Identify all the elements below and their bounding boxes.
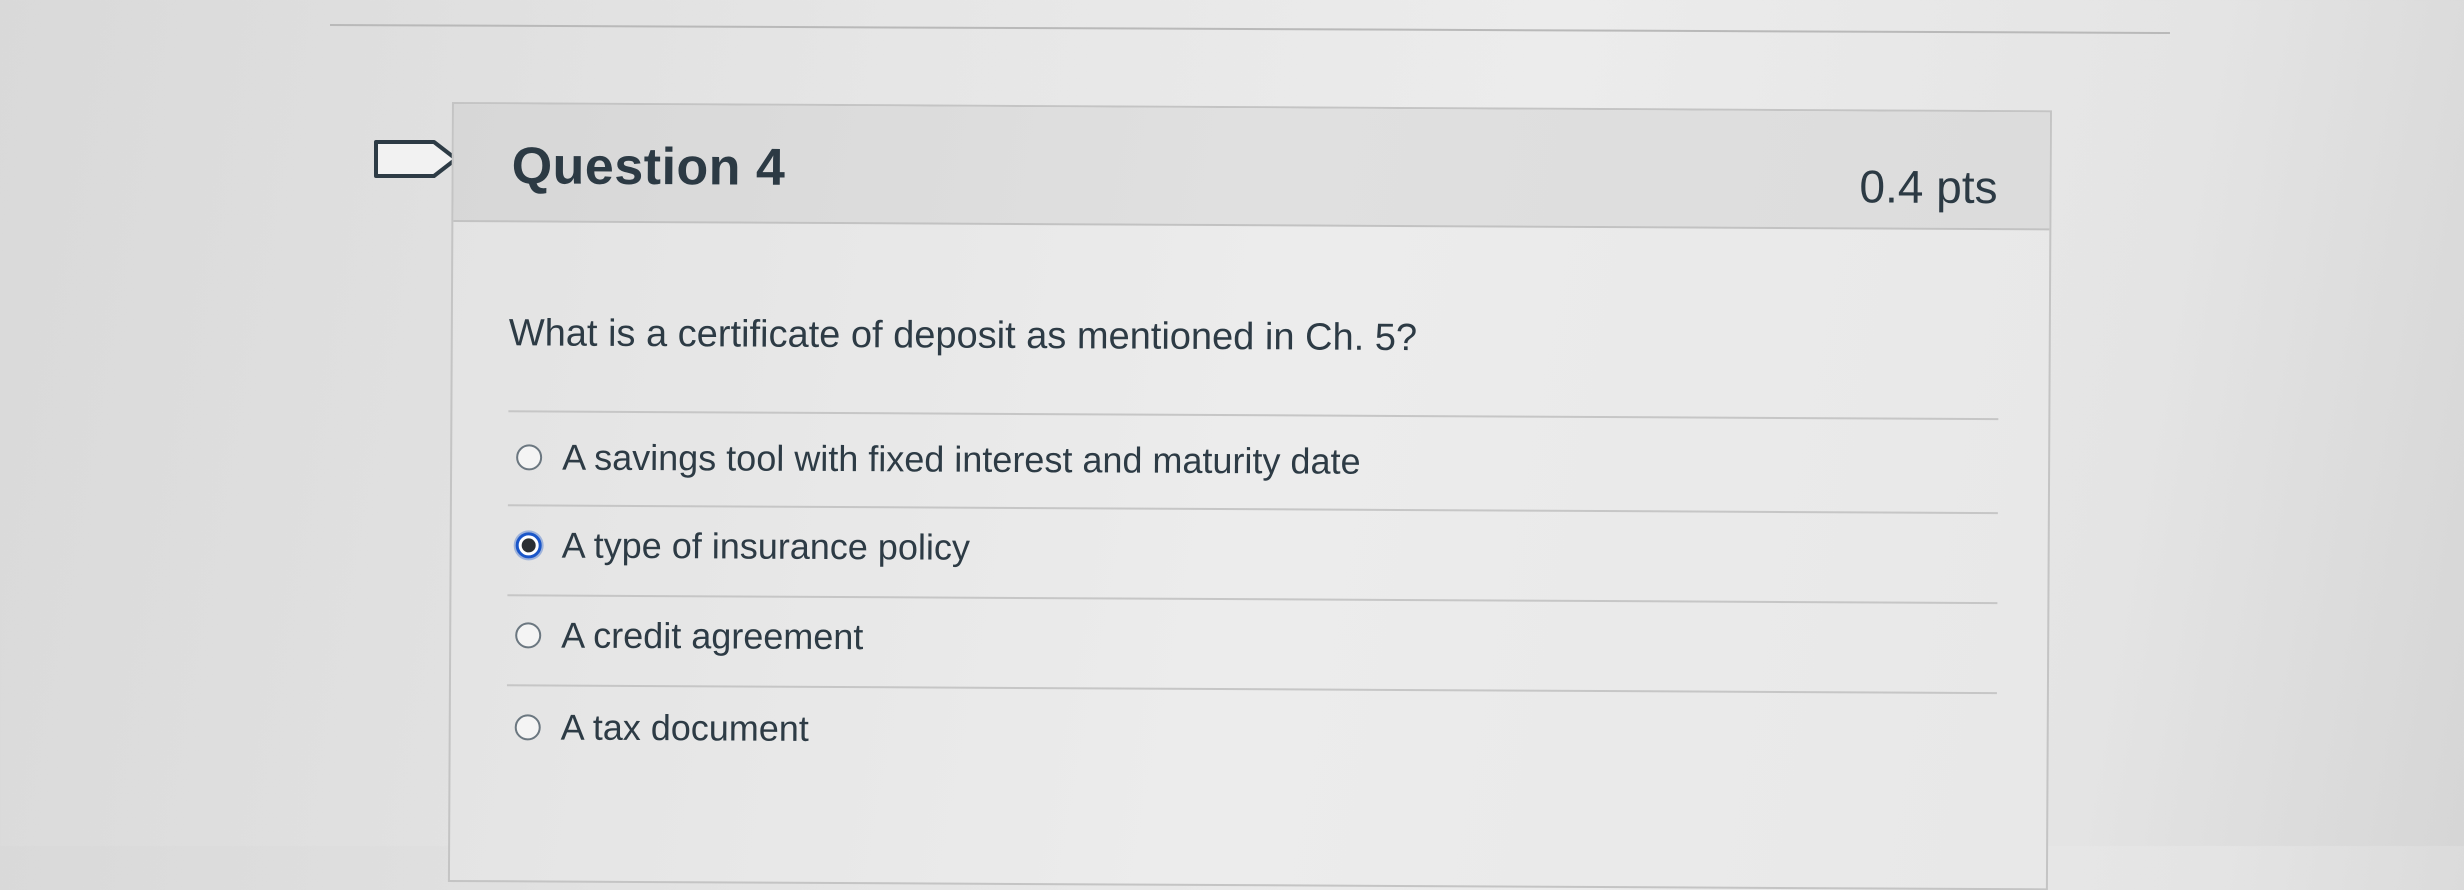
answer-divider [507,504,1998,515]
flag-question-icon[interactable] [372,138,462,180]
answer-divider [506,684,1997,695]
answer-label[interactable]: A type of insurance policy [562,525,970,569]
answer-option-3[interactable]: A credit agreement [515,614,863,658]
answer-label[interactable]: A tax document [561,707,809,750]
answers-top-divider [508,410,1999,421]
answer-label[interactable]: A credit agreement [561,615,863,659]
question-points: 0.4 pts [1859,160,1998,214]
answer-divider [507,594,1998,605]
radio-button-unselected-icon[interactable] [514,714,541,741]
question-text: What is a certificate of deposit as ment… [508,312,1418,360]
page-divider [329,24,2170,35]
answer-label[interactable]: A savings tool with fixed interest and m… [562,437,1361,483]
question-header: Question 4 0.4 pts [453,104,2050,231]
radio-button-unselected-icon[interactable] [515,622,542,649]
radio-button-selected-icon[interactable] [515,532,542,559]
answer-option-4[interactable]: A tax document [514,706,809,750]
answer-option-2[interactable]: A type of insurance policy [515,524,970,569]
question-card: Question 4 0.4 pts What is a certificate… [447,102,2052,890]
answer-option-1[interactable]: A savings tool with fixed interest and m… [516,436,1361,482]
radio-button-unselected-icon[interactable] [516,444,543,471]
question-title: Question 4 [511,137,786,197]
